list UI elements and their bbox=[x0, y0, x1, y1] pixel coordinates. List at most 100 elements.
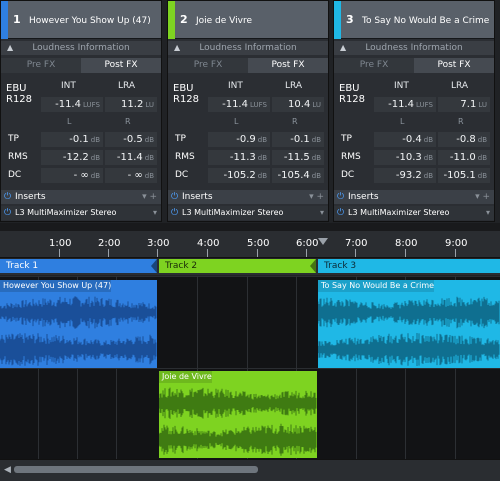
track-end-marker bbox=[151, 259, 157, 273]
waveform-channel bbox=[0, 333, 157, 366]
timeline-ruler[interactable]: 1:00 2:00 3:00 4:00 5:00 6:00 7:00 8:00 9:00 bbox=[0, 231, 500, 258]
tab-pre-fx[interactable]: Pre FX bbox=[168, 58, 248, 73]
int-value-cell: -11.4 LUFS bbox=[208, 97, 270, 112]
collapse-triangle-icon[interactable]: ▲ bbox=[340, 41, 346, 55]
track-bar-1[interactable]: Track 1 bbox=[0, 259, 157, 273]
db-unit: dB bbox=[423, 154, 433, 162]
loudness-info-label: Loudness Information bbox=[32, 43, 130, 53]
strip-header[interactable]: 3 To Say No Would Be a Crime bbox=[334, 1, 494, 39]
dc-right-cell: -105.4 dB bbox=[272, 168, 324, 183]
plugin-power-icon[interactable]: ⏻ bbox=[337, 206, 344, 220]
panel-divider[interactable] bbox=[0, 223, 500, 231]
track-bar-label: Track 2 bbox=[165, 261, 198, 271]
scroll-thumb[interactable] bbox=[14, 466, 258, 473]
scroll-left-icon[interactable]: ◀ bbox=[4, 465, 11, 475]
lra-label: LRA bbox=[285, 81, 303, 91]
lufs-unit: LUFS bbox=[82, 101, 100, 109]
audio-clip-3[interactable]: To Say No Would Be a Crime bbox=[318, 280, 500, 368]
inserts-label: Inserts bbox=[348, 192, 379, 202]
audio-clip-1[interactable]: However You Show Up (47) bbox=[0, 280, 157, 368]
inserts-header[interactable]: ⏻ Inserts ▾ + bbox=[334, 190, 494, 204]
power-icon[interactable]: ⏻ bbox=[171, 190, 178, 204]
fx-tabs: Pre FX Post FX bbox=[334, 58, 494, 73]
insert-add-controls[interactable]: ▾ + bbox=[142, 190, 157, 204]
rms-left-value: -10.3 bbox=[395, 152, 422, 163]
tab-pre-fx[interactable]: Pre FX bbox=[334, 58, 414, 73]
inserts-header[interactable]: ⏻ Inserts ▾ + bbox=[168, 190, 328, 204]
insert-add-controls[interactable]: ▾ + bbox=[309, 190, 324, 204]
dc-right-value: -105.4 bbox=[277, 170, 310, 181]
lufs-unit: LUFS bbox=[415, 101, 433, 109]
rms-left-value: -12.2 bbox=[62, 152, 89, 163]
left-channel-label: L bbox=[234, 117, 239, 126]
track-name[interactable]: Joie de Vivre bbox=[196, 7, 326, 35]
loudness-info-header[interactable]: ▲ Loudness Information bbox=[1, 41, 161, 55]
tab-post-fx[interactable]: Post FX bbox=[81, 58, 161, 73]
plugin-power-icon[interactable]: ⏻ bbox=[171, 206, 178, 220]
inserts-label: Inserts bbox=[15, 192, 46, 202]
power-icon[interactable]: ⏻ bbox=[337, 190, 344, 204]
arrangement-lanes: However You Show Up (47) Joie de Vivre T… bbox=[0, 276, 500, 460]
insert-plugin-slot[interactable]: ⏻ L3 MultiMaximizer Stereo ▾ bbox=[168, 206, 328, 220]
waveform bbox=[318, 296, 500, 366]
track-name[interactable]: To Say No Would Be a Crime bbox=[362, 7, 492, 35]
dc-label: DC bbox=[8, 170, 22, 180]
tp-right-value: -0.1 bbox=[290, 134, 310, 145]
strip-header[interactable]: 1 However You Show Up (47) bbox=[1, 1, 161, 39]
int-value-cell: -11.4 LUFS bbox=[41, 97, 103, 112]
db-unit: dB bbox=[257, 136, 267, 144]
insert-add-controls[interactable]: ▾ + bbox=[475, 190, 490, 204]
waveform bbox=[159, 387, 317, 456]
ruler-time-label: 9:00 bbox=[445, 238, 468, 249]
ruler-time-label: 8:00 bbox=[395, 238, 418, 249]
strip-header[interactable]: 2 Joie de Vivre bbox=[168, 1, 328, 39]
loudness-info-header[interactable]: ▲ Loudness Information bbox=[334, 41, 494, 55]
dc-left-value: -105.2 bbox=[223, 170, 256, 181]
plugin-power-icon[interactable]: ⏻ bbox=[4, 206, 11, 220]
collapse-triangle-icon[interactable]: ▲ bbox=[7, 41, 13, 55]
lra-label: LRA bbox=[118, 81, 136, 91]
int-label: INT bbox=[394, 81, 409, 91]
track-name[interactable]: However You Show Up (47) bbox=[29, 7, 159, 35]
dc-right-value: - ∞ bbox=[127, 170, 143, 181]
rms-label: RMS bbox=[8, 152, 28, 162]
ruler-time-label: 4:00 bbox=[197, 238, 220, 249]
tab-post-fx[interactable]: Post FX bbox=[414, 58, 494, 73]
ruler-tick bbox=[405, 249, 406, 257]
tp-left-value: -0.1 bbox=[69, 134, 89, 145]
loudness-info-header[interactable]: ▲ Loudness Information bbox=[168, 41, 328, 55]
playhead-marker[interactable] bbox=[318, 238, 328, 245]
ruler-time-label: 7:00 bbox=[345, 238, 368, 249]
horizontal-scrollbar[interactable]: ◀ bbox=[0, 459, 500, 481]
track-bar-3[interactable]: Track 3 bbox=[318, 259, 500, 273]
ebu-r128-label: EBU R128 bbox=[339, 83, 365, 105]
audio-clip-2[interactable]: Joie de Vivre bbox=[159, 371, 317, 458]
db-unit: dB bbox=[477, 172, 487, 180]
waveform-channel bbox=[159, 423, 317, 456]
track-bar-2[interactable]: Track 2 bbox=[159, 259, 316, 273]
chevron-down-icon[interactable]: ▾ bbox=[320, 206, 324, 220]
db-unit: dB bbox=[477, 154, 487, 162]
rms-right-cell: -11.5 dB bbox=[272, 150, 324, 165]
rms-right-cell: -11.0 dB bbox=[438, 150, 490, 165]
plugin-name: L3 MultiMaximizer Stereo bbox=[182, 208, 284, 217]
int-value-cell: -11.4 LUFS bbox=[374, 97, 436, 112]
rms-right-value: -11.0 bbox=[449, 152, 476, 163]
ebu-label: EBU bbox=[173, 83, 194, 94]
power-icon[interactable]: ⏻ bbox=[4, 190, 11, 204]
chevron-down-icon[interactable]: ▾ bbox=[486, 206, 490, 220]
db-unit: dB bbox=[311, 154, 321, 162]
lane-divider bbox=[0, 276, 500, 277]
inserts-header[interactable]: ⏻ Inserts ▾ + bbox=[1, 190, 161, 204]
tab-post-fx[interactable]: Post FX bbox=[248, 58, 328, 73]
db-unit: dB bbox=[423, 172, 433, 180]
track-number: 1 bbox=[13, 13, 21, 26]
chevron-down-icon[interactable]: ▾ bbox=[153, 206, 157, 220]
collapse-triangle-icon[interactable]: ▲ bbox=[174, 41, 180, 55]
tp-left-cell: -0.1 dB bbox=[41, 132, 103, 147]
channel-strip-2: 2 Joie de Vivre ▲ Loudness Information P… bbox=[167, 0, 329, 222]
ruler-time-label: 1:00 bbox=[49, 238, 72, 249]
insert-plugin-slot[interactable]: ⏻ L3 MultiMaximizer Stereo ▾ bbox=[334, 206, 494, 220]
tab-pre-fx[interactable]: Pre FX bbox=[1, 58, 81, 73]
insert-plugin-slot[interactable]: ⏻ L3 MultiMaximizer Stereo ▾ bbox=[1, 206, 161, 220]
